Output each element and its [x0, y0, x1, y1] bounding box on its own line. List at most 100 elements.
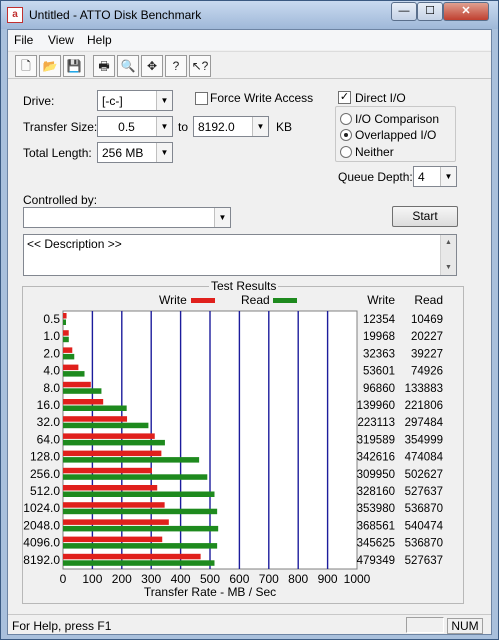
queue-depth-label: Queue Depth: — [338, 170, 413, 184]
print-icon[interactable]: 🖶 — [93, 55, 115, 77]
legend-write-label: Write — [159, 293, 187, 307]
total-length-label: Total Length: — [23, 146, 92, 160]
y-tick-label: 1024.0 — [23, 501, 60, 515]
write-bar — [63, 502, 165, 508]
read-value-label: 536870 — [405, 503, 443, 515]
direct-io-label: Direct I/O — [355, 91, 406, 105]
chevron-down-icon[interactable]: ▼ — [252, 117, 268, 136]
legend-write-swatch — [191, 298, 215, 303]
write-bar — [63, 485, 158, 491]
chevron-down-icon[interactable]: ▼ — [156, 91, 172, 110]
menu-file[interactable]: File — [14, 33, 33, 47]
read-value-label: 221806 — [405, 400, 443, 412]
x-tick-label: 1000 — [344, 572, 371, 586]
read-value-label: 20227 — [411, 331, 443, 343]
menu-bar: File View Help — [8, 30, 491, 50]
test-results-group: Test Results Write Read Write Read 0 100 200 30… — [22, 279, 464, 604]
io-comparison-radio[interactable] — [340, 113, 352, 125]
benchmark-chart: Write Read Write Read 0 100 200 300 400 500 600 700… — [23, 293, 444, 599]
description-textarea[interactable]: << Description >> ▲ ▼ — [23, 234, 457, 276]
context-help-icon[interactable]: ↖? — [189, 55, 211, 77]
write-bar — [63, 433, 155, 439]
neither-label: Neither — [355, 145, 394, 159]
open-icon[interactable]: 📂 — [39, 55, 61, 77]
neither-radio[interactable] — [340, 146, 352, 158]
transfer-to-select[interactable]: 8192.0 ▼ — [193, 116, 269, 137]
transfer-size-label: Transfer Size: — [23, 120, 98, 134]
read-bar — [63, 422, 149, 429]
menu-view[interactable]: View — [48, 33, 74, 47]
total-length-select[interactable]: 256 MB ▼ — [97, 142, 173, 163]
y-tick-label: 64.0 — [37, 432, 61, 446]
x-tick-label: 200 — [112, 572, 132, 586]
write-value-label: 368561 — [357, 520, 395, 532]
maximize-button[interactable]: ☐ — [417, 2, 443, 21]
scroll-up-icon[interactable]: ▲ — [441, 235, 456, 250]
read-value-label: 536870 — [405, 538, 443, 550]
save-icon[interactable]: 💾 — [63, 55, 85, 77]
direct-io-checkbox[interactable]: ✓ — [338, 91, 351, 104]
transfer-from-select[interactable]: 0.5 ▼ — [97, 116, 173, 137]
start-button[interactable]: Start — [392, 206, 458, 227]
chevron-down-icon[interactable]: ▼ — [214, 208, 230, 227]
read-value-label: 297484 — [405, 417, 444, 429]
read-value-label: 39227 — [411, 348, 443, 360]
description-text: << Description >> — [27, 237, 122, 251]
chevron-down-icon[interactable]: ▼ — [156, 143, 172, 162]
x-tick-label: 700 — [259, 572, 279, 586]
help-icon[interactable]: ? — [165, 55, 187, 77]
read-value-label: 133883 — [405, 383, 443, 395]
queue-depth-select[interactable]: 4 ▼ — [413, 166, 457, 187]
read-value-label: 354999 — [405, 434, 443, 446]
drive-select[interactable]: [-c-] ▼ — [97, 90, 173, 111]
x-tick-label: 900 — [318, 572, 338, 586]
read-bar — [63, 474, 208, 480]
read-bar — [63, 543, 218, 549]
new-icon[interactable]: 🗋 — [15, 55, 37, 77]
read-bar — [63, 508, 218, 515]
overlapped-io-radio[interactable] — [340, 129, 352, 141]
menu-help[interactable]: Help — [87, 33, 112, 47]
drive-label: Drive: — [23, 94, 55, 108]
controlled-by-select[interactable]: ▼ — [23, 207, 231, 228]
overlapped-io-label: Overlapped I/O — [355, 128, 437, 142]
description-scrollbar[interactable]: ▲ ▼ — [440, 235, 456, 275]
y-tick-label: 8.0 — [43, 381, 60, 395]
y-tick-label: 8192.0 — [23, 553, 60, 567]
x-tick-label: 0 — [60, 572, 67, 586]
scroll-down-icon[interactable]: ▼ — [441, 260, 456, 275]
write-bar — [63, 467, 152, 474]
write-value-label: 309950 — [357, 469, 395, 481]
print-preview-icon[interactable]: 🔍 — [117, 55, 139, 77]
status-help-text: For Help, press F1 — [12, 619, 112, 633]
read-bar — [63, 336, 69, 343]
minimize-button[interactable]: — — [391, 2, 417, 21]
write-value-label: 345625 — [357, 538, 395, 550]
to-label: to — [178, 120, 189, 134]
write-value-label: 139960 — [357, 400, 395, 412]
status-num-indicator: NUM — [447, 618, 483, 634]
write-value-label: 319589 — [357, 434, 395, 446]
write-bar — [63, 381, 91, 388]
chevron-down-icon[interactable]: ▼ — [156, 117, 172, 136]
read-value-label: 474084 — [405, 452, 444, 464]
atto-app-icon: a — [7, 7, 23, 23]
write-bar — [63, 519, 169, 525]
close-button[interactable]: ✕ — [443, 2, 489, 21]
write-bar — [63, 536, 163, 543]
read-bar — [63, 560, 215, 566]
status-bar: For Help, press F1 NUM — [8, 614, 491, 634]
y-tick-label: 2048.0 — [23, 518, 60, 532]
y-tick-label: 128.0 — [30, 450, 60, 464]
move-icon[interactable]: ✥ — [141, 55, 163, 77]
y-tick-label: 0.5 — [43, 312, 60, 326]
x-tick-label: 500 — [200, 572, 220, 586]
force-write-checkbox[interactable] — [195, 92, 208, 105]
x-axis-label: Transfer Rate - MB / Sec — [144, 585, 276, 599]
drive-value: [-c-] — [102, 94, 123, 108]
title-bar[interactable]: a Untitled - ATTO Disk Benchmark — ☐ ✕ — [1, 1, 498, 29]
read-bar — [63, 405, 127, 411]
chevron-down-icon[interactable]: ▼ — [440, 167, 456, 186]
read-bar — [63, 371, 85, 377]
read-bar — [63, 319, 67, 325]
